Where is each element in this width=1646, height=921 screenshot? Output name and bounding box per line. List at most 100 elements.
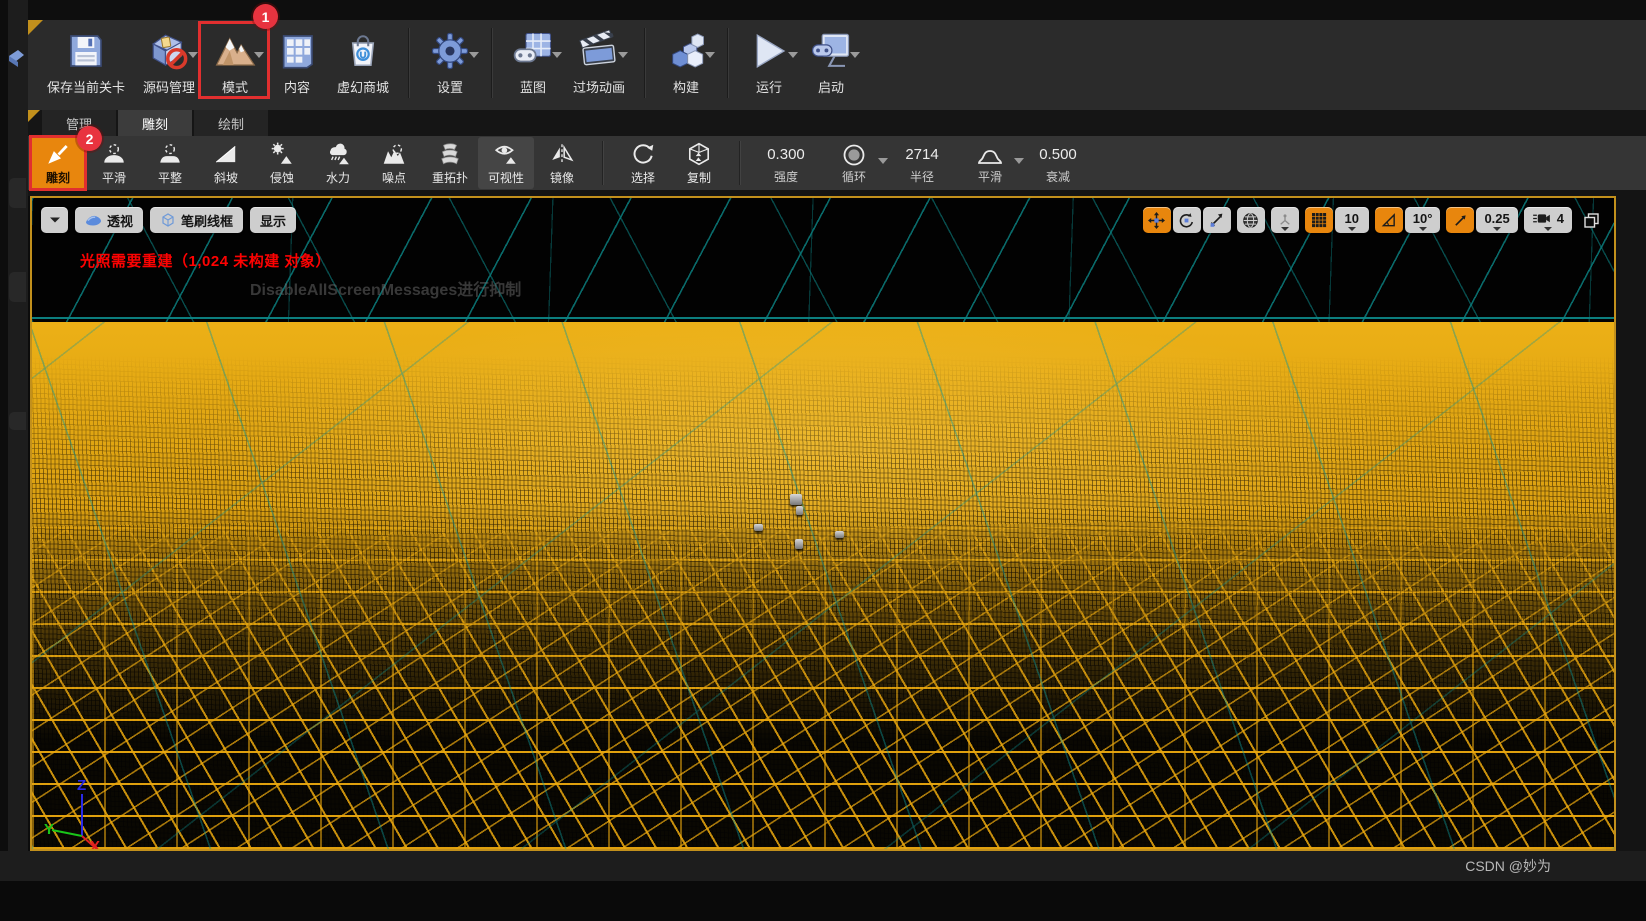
scene-prop[interactable] xyxy=(754,524,763,531)
tab-paint[interactable]: 绘制 xyxy=(194,110,268,136)
settings-label: 设置 xyxy=(437,77,463,96)
cinematics-button[interactable]: 过场动画 xyxy=(564,26,634,98)
brush-falloff-label: 衰减 xyxy=(1046,168,1070,185)
brush-type-dropdown-caret[interactable] xyxy=(878,158,888,164)
panel-corner-decoration xyxy=(28,110,40,122)
toolbar-separator xyxy=(408,28,409,98)
tool-retopologize[interactable]: 重拓扑 xyxy=(422,137,478,189)
cinematics-dropdown-caret[interactable] xyxy=(618,52,628,58)
camera-speed-group: 4 xyxy=(1524,207,1572,233)
grid-snap-group: 10 xyxy=(1305,207,1369,233)
angle-snap-value[interactable]: 10° xyxy=(1405,207,1441,233)
camera-speed-caret[interactable] xyxy=(1544,227,1552,231)
blueprints-dropdown-caret[interactable] xyxy=(552,52,562,58)
world-coordinate-button[interactable] xyxy=(1237,207,1265,233)
brush-strength-field[interactable]: 0.300 强度 xyxy=(763,142,809,185)
camera-speed-button[interactable]: 4 xyxy=(1524,207,1572,233)
source-control-dropdown-caret[interactable] xyxy=(188,52,198,58)
tool-flatten[interactable]: 平整 xyxy=(142,137,198,189)
launch-dropdown-caret[interactable] xyxy=(850,52,860,58)
flatten-icon xyxy=(157,140,183,168)
visibility-icon xyxy=(493,140,519,168)
sculpt-icon xyxy=(45,140,71,168)
perspective-button[interactable]: 透视 xyxy=(75,207,143,233)
settings-button[interactable]: 设置 xyxy=(419,26,481,98)
blueprints-button[interactable]: 蓝图 xyxy=(502,26,564,98)
lighting-rebuild-warning: 光照需要重建（1,024 未构建 对象） xyxy=(80,250,331,271)
angle-snap-caret[interactable] xyxy=(1419,227,1427,231)
tool-selection-label: 选择 xyxy=(631,169,655,186)
viewport-scene[interactable]: 光照需要重建（1,024 未构建 对象） DisableAllScreenMes… xyxy=(32,198,1614,849)
grid-snap-value[interactable]: 10 xyxy=(1335,207,1369,233)
scale-snap-toggle[interactable] xyxy=(1446,207,1474,233)
scale-snap-value[interactable]: 0.25 xyxy=(1476,207,1517,233)
maximize-viewport-button[interactable] xyxy=(1578,207,1604,233)
build-dropdown-caret[interactable] xyxy=(705,52,715,58)
surface-snapping-button[interactable] xyxy=(1271,207,1299,233)
play-dropdown-caret[interactable] xyxy=(788,52,798,58)
viewport-options-dropdown[interactable] xyxy=(41,207,68,233)
launch-label: 启动 xyxy=(818,77,844,96)
brush-radius-value: 2714 xyxy=(905,142,938,168)
tool-mirror[interactable]: 镜像 xyxy=(534,137,590,189)
surface-snap-icon xyxy=(1277,213,1293,228)
tool-visibility[interactable]: 可视性 xyxy=(478,137,534,189)
save-level-button[interactable]: 保存当前关卡 xyxy=(38,26,134,98)
brush-radius-label: 半径 xyxy=(910,168,934,185)
tool-selection[interactable]: 选择 xyxy=(615,137,671,189)
build-button[interactable]: 构建 xyxy=(655,26,717,98)
brush-radius-field[interactable]: 2714 半径 xyxy=(899,142,945,185)
status-bar: CSDN @妙为 xyxy=(0,851,1646,881)
scale-tool-button[interactable] xyxy=(1203,207,1231,233)
surface-snapping-caret[interactable] xyxy=(1281,227,1289,231)
marketplace-button[interactable]: 虚幻商城 xyxy=(328,26,398,98)
grid-icon xyxy=(1311,212,1327,228)
source-control-icon xyxy=(147,28,191,74)
angle-snap-value-text: 10° xyxy=(1413,211,1433,226)
rotate-tool-button[interactable] xyxy=(1173,207,1201,233)
terrain-wireframe-teal xyxy=(32,322,1614,849)
brush-wireframe-button[interactable]: 笔刷线框 xyxy=(150,207,243,233)
move-tool-button[interactable] xyxy=(1143,207,1171,233)
falloff-type-selector[interactable]: 平滑 xyxy=(967,142,1013,185)
maximize-icon xyxy=(1583,212,1600,229)
angle-snap-toggle[interactable] xyxy=(1375,207,1403,233)
tool-sculpt[interactable]: 2 雕刻 xyxy=(30,137,86,189)
scale-snap-icon xyxy=(1453,213,1468,228)
marketplace-label: 虚幻商城 xyxy=(337,77,389,96)
grid-snap-toggle[interactable] xyxy=(1305,207,1333,233)
landscape-terrain[interactable] xyxy=(32,322,1614,849)
falloff-type-label: 平滑 xyxy=(978,168,1002,185)
modes-dropdown-caret[interactable] xyxy=(254,52,264,58)
brush-falloff-field[interactable]: 0.500 衰减 xyxy=(1035,142,1081,185)
falloff-type-dropdown-caret[interactable] xyxy=(1014,158,1024,164)
brush-type-label: 循环 xyxy=(842,168,866,185)
tool-copy[interactable]: 复制 xyxy=(671,137,727,189)
modes-button[interactable]: 1 模式 xyxy=(204,26,266,98)
scene-prop[interactable] xyxy=(796,506,803,515)
play-button[interactable]: 运行 xyxy=(738,26,800,98)
tool-ramp[interactable]: 斜坡 xyxy=(198,137,254,189)
scene-prop[interactable] xyxy=(790,494,802,505)
tab-sculpt[interactable]: 雕刻 xyxy=(118,110,192,136)
grid-snap-caret[interactable] xyxy=(1348,227,1356,231)
scene-prop[interactable] xyxy=(795,539,803,549)
source-control-button[interactable]: 源码管理 xyxy=(134,26,204,98)
blueprints-icon xyxy=(511,28,555,74)
tool-hydro-erosion[interactable]: 水力 xyxy=(310,137,366,189)
toolbar-separator xyxy=(644,28,645,98)
scene-prop[interactable] xyxy=(835,531,844,538)
settings-dropdown-caret[interactable] xyxy=(469,52,479,58)
tab-sculpt-label: 雕刻 xyxy=(142,114,168,133)
launch-button[interactable]: 启动 xyxy=(800,26,862,98)
brush-type-selector[interactable]: 循环 xyxy=(831,142,877,185)
content-browser-button[interactable]: 内容 xyxy=(266,26,328,98)
show-flags-button[interactable]: 显示 xyxy=(250,207,296,233)
tool-erosion[interactable]: 侵蚀 xyxy=(254,137,310,189)
axis-gizmo: Z Y X xyxy=(42,774,120,851)
scale-snap-caret[interactable] xyxy=(1493,227,1501,231)
show-flags-label: 显示 xyxy=(260,211,286,230)
level-viewport[interactable]: 光照需要重建（1,024 未构建 对象） DisableAllScreenMes… xyxy=(30,196,1616,851)
tool-noise[interactable]: 噪点 xyxy=(366,137,422,189)
grid-snap-value-text: 10 xyxy=(1345,211,1359,226)
